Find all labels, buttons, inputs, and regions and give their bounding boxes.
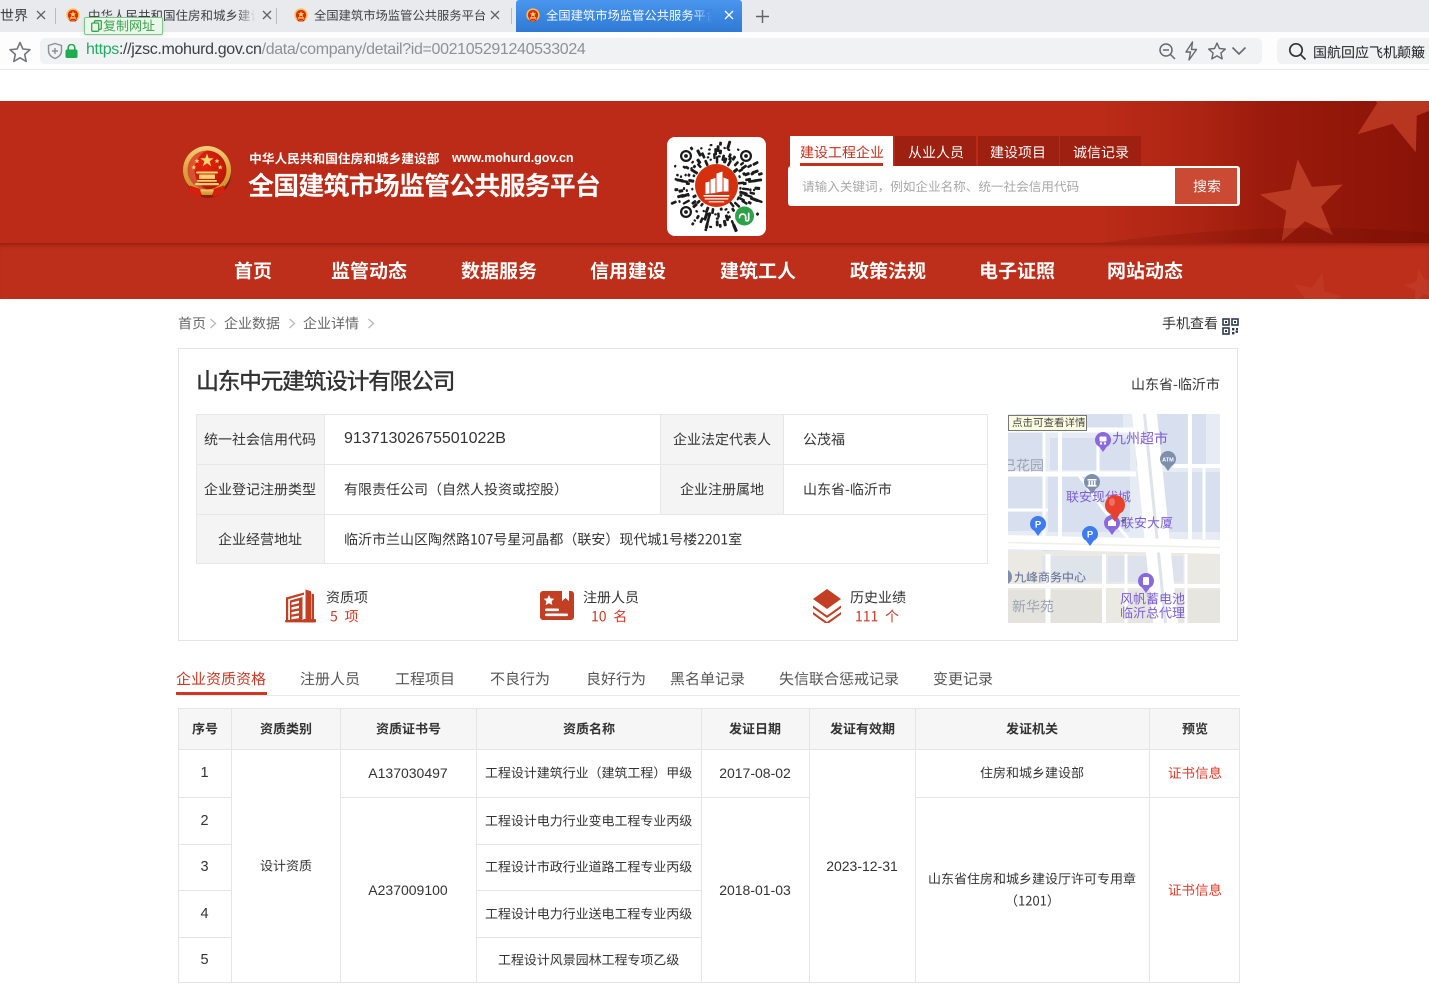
svg-text:P: P	[1035, 520, 1042, 531]
svg-text:P: P	[1087, 530, 1094, 541]
svg-text:ATM: ATM	[1162, 458, 1174, 464]
